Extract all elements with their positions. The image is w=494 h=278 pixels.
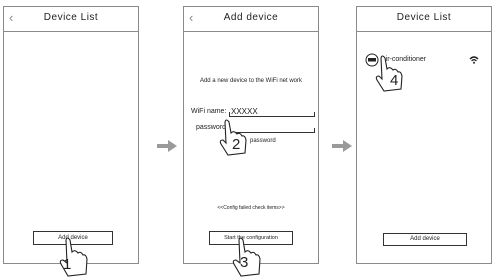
step-number-2: 2	[232, 136, 241, 153]
instruction-text: Add a new device to the WiFi net work	[199, 78, 303, 84]
wifi-name-underline	[229, 116, 314, 117]
page-title: Device List	[43, 12, 99, 23]
page-title: Device List	[396, 12, 452, 23]
wifi-name-value[interactable]: XXXXX	[231, 107, 258, 116]
show-password-label[interactable]: password	[250, 138, 276, 144]
field-tick	[314, 128, 315, 133]
arrow-right-icon	[332, 140, 352, 152]
screen-add-device: ‹ Add device Add a new device to the WiF…	[183, 6, 319, 264]
step-number-1: 1	[63, 256, 72, 273]
step-number-3: 3	[240, 254, 249, 271]
page-title: Add device	[223, 12, 279, 23]
title-bar: Device List	[357, 7, 491, 32]
step-number-4: 4	[390, 72, 399, 89]
title-bar: ‹ Device List	[4, 7, 138, 32]
arrow-right-icon	[157, 140, 177, 152]
add-device-button[interactable]: Add device	[383, 233, 467, 246]
wifi-icon	[469, 56, 479, 64]
screen-device-list-empty: ‹ Device List Add device	[3, 6, 139, 264]
field-tick	[314, 112, 315, 117]
pointing-hand-icon	[219, 119, 247, 156]
title-bar: ‹ Add device	[184, 7, 318, 32]
config-failed-link[interactable]: <<Config failed check items>>	[184, 205, 318, 211]
wifi-name-label: WiFi name:	[191, 108, 227, 115]
field-tick	[229, 112, 230, 117]
pointing-hand-icon	[59, 237, 88, 277]
screen-device-list-with-device: Device List Air-conditioner Add device	[356, 6, 492, 264]
